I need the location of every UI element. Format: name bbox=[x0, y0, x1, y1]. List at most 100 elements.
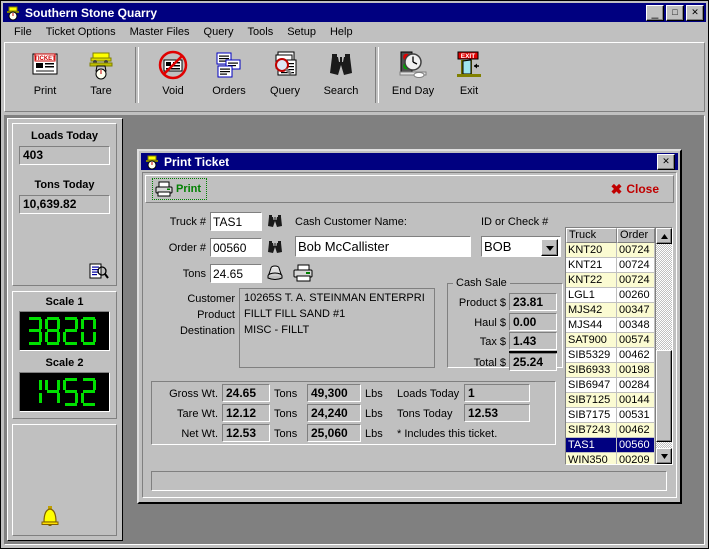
cash-customer-label: Cash Customer Name: bbox=[295, 216, 407, 228]
scroll-down-button[interactable] bbox=[656, 448, 673, 464]
tons-today-value-dlg: 12.53 bbox=[464, 404, 530, 422]
table-row[interactable]: WIN350 00209 bbox=[566, 453, 656, 464]
dialog-close-button[interactable]: ✕ bbox=[657, 153, 675, 170]
table-row[interactable]: LGL1 00260 bbox=[566, 288, 656, 303]
close-button[interactable]: ✕ bbox=[686, 4, 704, 21]
maximize-button[interactable]: □ bbox=[666, 4, 684, 21]
truck-input[interactable] bbox=[210, 212, 262, 231]
cell-order: 00531 bbox=[617, 408, 656, 423]
scrollbar-thumb[interactable] bbox=[656, 350, 673, 442]
table-row-selected[interactable]: TAS1 00560 bbox=[566, 438, 656, 453]
magnifier-document-icon bbox=[269, 49, 301, 81]
gross-wt-lbs: 49,300 bbox=[307, 384, 361, 402]
minimize-button[interactable]: _ bbox=[646, 4, 664, 21]
table-row[interactable]: SIB6933 00198 bbox=[566, 363, 656, 378]
table-row[interactable]: SIB6947 00284 bbox=[566, 378, 656, 393]
chevron-down-icon[interactable] bbox=[541, 239, 558, 256]
id-check-label: ID or Check # bbox=[481, 216, 549, 228]
destination-value: MISC - FILLT bbox=[244, 324, 310, 336]
toolbar-label-search: Search bbox=[323, 85, 359, 97]
toolbar-button-orders[interactable]: Orders bbox=[201, 49, 257, 97]
customer-value: 10265S T. A. STEINMAN ENTERPRI bbox=[244, 292, 425, 304]
cash-sale-title: Cash Sale bbox=[453, 277, 510, 289]
ticket-print-icon: TICKET bbox=[29, 49, 61, 81]
toolbar-label-print: Print bbox=[33, 85, 57, 97]
toolbar-button-print[interactable]: TICKET Print bbox=[17, 49, 73, 97]
close-icon: ✕ bbox=[691, 7, 699, 17]
totals-panel: Loads Today 403 Tons Today 10,639.82 bbox=[12, 123, 117, 286]
truck-order-grid[interactable]: Truck Order KNT20 00724 KNT21 00724 KNT22 0… bbox=[565, 227, 673, 465]
order-lookup-icon[interactable] bbox=[267, 240, 283, 254]
table-row[interactable]: SIB7243 00462 bbox=[566, 423, 656, 438]
tons-input[interactable] bbox=[210, 264, 262, 283]
menu-item-ticket-options[interactable]: Ticket Options bbox=[39, 25, 123, 39]
svg-text:EXIT: EXIT bbox=[461, 53, 475, 60]
toolbar-button-tare[interactable]: Tare bbox=[73, 49, 129, 97]
truck-label: Truck # bbox=[169, 216, 206, 228]
cell-truck: KNT21 bbox=[566, 258, 618, 273]
table-row[interactable]: KNT21 00724 bbox=[566, 258, 656, 273]
cell-order: 00462 bbox=[617, 423, 656, 438]
order-label: Order # bbox=[168, 242, 206, 254]
tons-today-label: Tons Today bbox=[34, 179, 95, 191]
grid-vertical-scrollbar[interactable] bbox=[655, 228, 673, 464]
toolbar-button-exit[interactable]: EXIT Exit bbox=[441, 49, 497, 97]
table-row[interactable]: SAT900 00574 bbox=[566, 333, 656, 348]
traffic-light-clock-icon bbox=[397, 49, 429, 81]
dialog-titlebar: Print Ticket ✕ bbox=[141, 153, 678, 170]
cell-truck: SIB7175 bbox=[566, 408, 618, 423]
tons-print-icon[interactable] bbox=[293, 264, 313, 282]
toolbar-button-end-day[interactable]: End Day bbox=[385, 49, 441, 97]
table-row[interactable]: MJS44 00348 bbox=[566, 318, 656, 333]
toolbar-separator-2 bbox=[375, 47, 379, 103]
id-check-combo[interactable]: BOB bbox=[481, 236, 561, 257]
menu-item-master-files[interactable]: Master Files bbox=[123, 25, 197, 39]
table-row[interactable]: MJS42 00347 bbox=[566, 303, 656, 318]
toolbar-button-void[interactable]: Void bbox=[145, 49, 201, 97]
order-input[interactable] bbox=[210, 238, 262, 257]
scale2-label: Scale 2 bbox=[45, 357, 84, 369]
print-button[interactable]: Print bbox=[152, 178, 208, 200]
scale1-label: Scale 1 bbox=[45, 296, 84, 308]
material-pile-icon[interactable] bbox=[266, 264, 284, 282]
toolbar-label-orders: Orders bbox=[212, 85, 246, 97]
print-ticket-dialog: Print Ticket ✕ Print ✖ Close Truck # TAS… bbox=[137, 149, 682, 504]
bell-icon[interactable] bbox=[39, 505, 61, 527]
menu-item-tools[interactable]: Tools bbox=[241, 25, 281, 39]
cell-order: 00284 bbox=[617, 378, 656, 393]
tons-today-label-dlg: Tons Today bbox=[397, 408, 453, 420]
scroll-up-button[interactable] bbox=[656, 228, 673, 244]
tare-wt-tons-unit: Tons bbox=[274, 408, 298, 420]
toolbar-button-search[interactable]: Search bbox=[313, 49, 369, 97]
table-row[interactable]: SIB5329 00462 bbox=[566, 348, 656, 363]
grid-header-order[interactable]: Order bbox=[617, 228, 656, 243]
close-button[interactable]: ✖ Close bbox=[611, 182, 659, 196]
mdi-client-area: Loads Today 403 Tons Today 10,639.82 Sca… bbox=[4, 115, 705, 545]
red-x-icon: ✖ bbox=[610, 181, 623, 197]
alerts-panel bbox=[12, 424, 117, 536]
table-row[interactable]: SIB7125 00144 bbox=[566, 393, 656, 408]
report-magnifier-icon[interactable] bbox=[89, 263, 109, 281]
cash-total-value: 25.24 bbox=[509, 353, 557, 371]
grid-header-truck[interactable]: Truck bbox=[566, 228, 618, 243]
cell-order: 00260 bbox=[617, 288, 656, 303]
void-circle-slash-icon bbox=[157, 49, 189, 81]
menu-item-setup[interactable]: Setup bbox=[280, 25, 323, 39]
cash-customer-input[interactable] bbox=[295, 236, 471, 257]
toolbar-label-query: Query bbox=[270, 85, 300, 97]
cell-truck: KNT20 bbox=[566, 243, 618, 258]
menu-item-file[interactable]: File bbox=[7, 25, 39, 39]
documents-stack-icon bbox=[213, 49, 245, 81]
truck-lookup-icon[interactable] bbox=[267, 214, 283, 228]
menu-item-query[interactable]: Query bbox=[197, 25, 241, 39]
cell-order: 00144 bbox=[617, 393, 656, 408]
table-row[interactable]: KNT20 00724 bbox=[566, 243, 656, 258]
table-row[interactable]: KNT22 00724 bbox=[566, 273, 656, 288]
table-row[interactable]: SIB7175 00531 bbox=[566, 408, 656, 423]
customer-label: Customer bbox=[187, 293, 235, 305]
cell-order: 00724 bbox=[617, 273, 656, 288]
menu-item-help[interactable]: Help bbox=[323, 25, 360, 39]
gross-wt-tons: 24.65 bbox=[222, 384, 270, 402]
cash-haul-label: Haul $ bbox=[474, 317, 506, 329]
toolbar-button-query[interactable]: Query bbox=[257, 49, 313, 97]
